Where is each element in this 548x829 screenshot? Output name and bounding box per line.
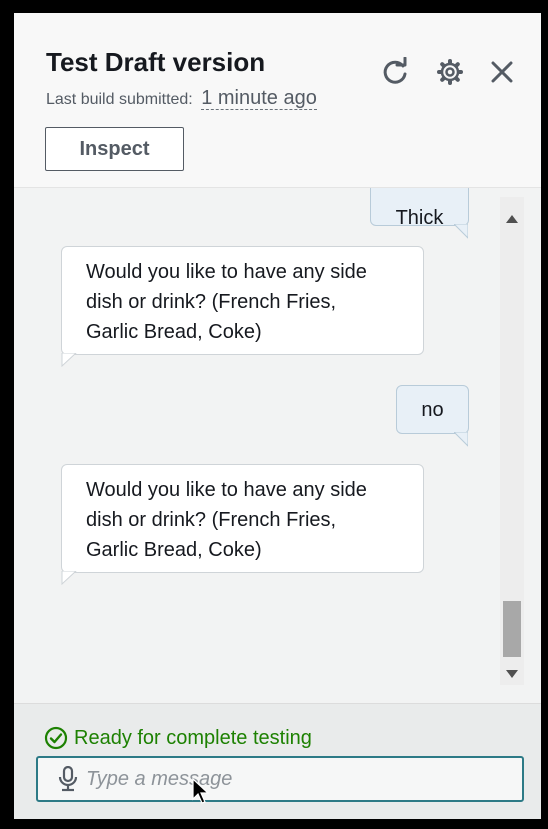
chat-scrollbar[interactable]: [500, 197, 524, 685]
user-bubble-tail: [454, 432, 468, 447]
message-input[interactable]: [86, 761, 522, 797]
status-text: Ready for complete testing: [74, 726, 312, 749]
user-message-text: no: [421, 399, 444, 421]
inspect-button[interactable]: Inspect: [45, 127, 184, 171]
user-bubble-tail: [454, 224, 468, 239]
bot-message: Would you like to have any side dish or …: [61, 464, 424, 573]
bot-message-line: dish or drink? (French Fries,: [86, 291, 337, 313]
bot-message-line: Garlic Bread, Coke): [86, 321, 262, 343]
scroll-down-arrow-icon[interactable]: [506, 670, 518, 678]
scroll-up-arrow-icon[interactable]: [506, 215, 518, 223]
scrollbar-thumb[interactable]: [503, 601, 521, 657]
check-circle-icon: [44, 726, 68, 750]
gear-icon[interactable]: [435, 57, 465, 87]
build-status: Last build submitted: 1 minute ago: [46, 87, 317, 110]
build-status-label: Last build submitted:: [46, 91, 193, 108]
refresh-icon[interactable]: [380, 56, 410, 87]
user-message-text: Thick: [395, 207, 444, 229]
bot-bubble-tail: [61, 571, 77, 585]
bot-message-line: Would you like to have any side: [86, 261, 367, 283]
message-input-box[interactable]: [36, 756, 524, 802]
status-indicator: Ready for complete testing: [44, 726, 312, 750]
bot-bubble-tail: [61, 353, 77, 367]
mouse-cursor-icon: [192, 778, 210, 804]
panel-footer: Ready for complete testing: [14, 703, 541, 819]
user-message: Thick: [370, 188, 469, 229]
bot-message-line: dish or drink? (French Fries,: [86, 509, 337, 531]
conversation-area[interactable]: Thick Would you like to have any side di…: [14, 188, 541, 703]
panel-title: Test Draft version: [46, 47, 266, 77]
bot-message-line: Garlic Bread, Coke): [86, 539, 262, 561]
bot-message-line: Would you like to have any side: [86, 479, 367, 501]
panel-header: Test Draft version Last build submitted:…: [14, 13, 541, 188]
close-icon[interactable]: [487, 57, 517, 87]
bot-message: Would you like to have any side dish or …: [61, 246, 424, 355]
microphone-icon[interactable]: [58, 766, 78, 792]
build-relative-time: 1 minute ago: [201, 87, 317, 110]
test-bot-panel: Test Draft version Last build submitted:…: [14, 13, 541, 819]
user-message: no: [396, 385, 469, 434]
